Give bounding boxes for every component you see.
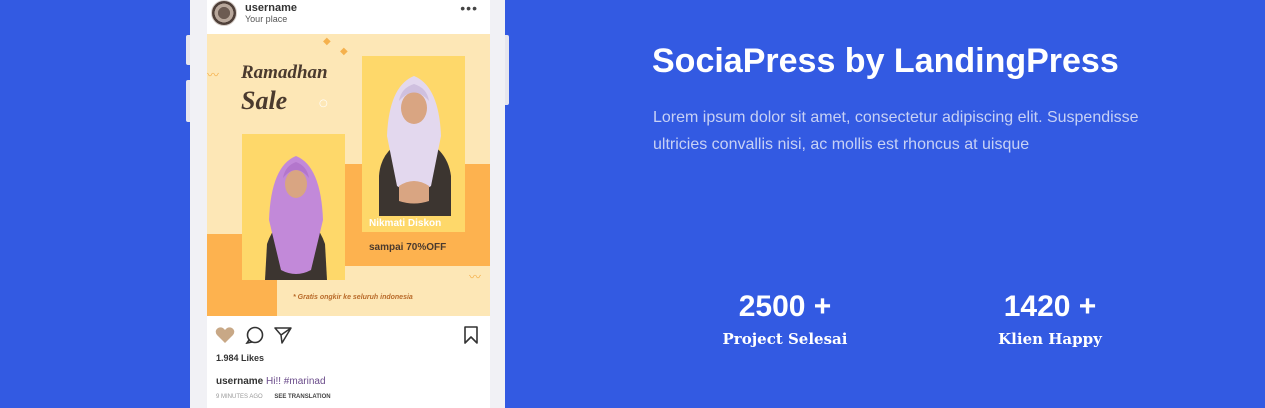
comment-icon[interactable]	[245, 326, 265, 344]
post-actions	[207, 316, 490, 350]
phone-mockup: username Your place ••• ◆ ◆ 〰 〰 ○ Ramadh…	[186, 0, 509, 408]
circle-icon: ○	[319, 98, 328, 109]
zigzag-icon: 〰	[469, 270, 482, 284]
shipping-note: * Gratis ongkir ke seluruh indonesia	[293, 294, 413, 301]
stat-value: 2500 +	[738, 290, 832, 323]
image-title-line1: Ramadhan	[241, 62, 328, 83]
ornament-icon: ◆	[323, 36, 331, 47]
caption-text: Hi!! #marinad	[266, 376, 326, 387]
avatar[interactable]	[211, 0, 237, 26]
likes-count: 1.984 Likes	[216, 353, 265, 363]
post-username[interactable]: username	[245, 2, 297, 14]
heart-icon[interactable]	[215, 326, 235, 344]
caption-username[interactable]: username	[216, 376, 263, 387]
hero-title: SociaPress by LandingPress	[652, 42, 1119, 80]
zigzag-icon: 〰	[207, 68, 220, 82]
phone-screen: username Your place ••• ◆ ◆ 〰 〰 ○ Ramadh…	[207, 0, 490, 408]
model-photo-left	[265, 156, 327, 280]
phone-volume-down-button	[186, 80, 190, 122]
model-photo-right	[379, 76, 451, 216]
stat-value: 1420 +	[1003, 290, 1097, 323]
image-title-line2: Sale	[241, 86, 288, 115]
see-translation-link[interactable]: SEE TRANSLATION	[274, 394, 330, 400]
post-header: username Your place •••	[207, 0, 490, 34]
ornament-icon: ◆	[340, 46, 348, 57]
more-dots-icon[interactable]: •••	[460, 0, 478, 16]
promo-line1: Nikmati Diskon	[369, 218, 442, 229]
post-location[interactable]: Your place	[245, 14, 287, 24]
stat-label: Klien Happy	[998, 330, 1102, 348]
stat-clients: 1420 + Klien Happy	[950, 290, 1150, 348]
phone-power-button	[505, 35, 509, 105]
stat-projects: 2500 + Project Selesai	[685, 290, 885, 348]
bookmark-icon[interactable]	[463, 326, 479, 344]
hero-description: Lorem ipsum dolor sit amet, consectetur …	[653, 109, 1139, 153]
post-image: ◆ ◆ 〰 〰 ○ Ramadhan Sale Nikmati Diskon s…	[207, 34, 490, 316]
stat-label: Project Selesai	[722, 330, 848, 348]
post-caption: username Hi!! #marinad	[216, 376, 326, 387]
phone-volume-up-button	[186, 35, 190, 65]
promo-line2: sampai 70%OFF	[369, 242, 447, 253]
share-icon[interactable]	[273, 326, 293, 344]
post-time: 9 MINUTES AGO	[216, 394, 263, 400]
post-meta: 9 MINUTES AGO SEE TRANSLATION	[216, 394, 331, 400]
